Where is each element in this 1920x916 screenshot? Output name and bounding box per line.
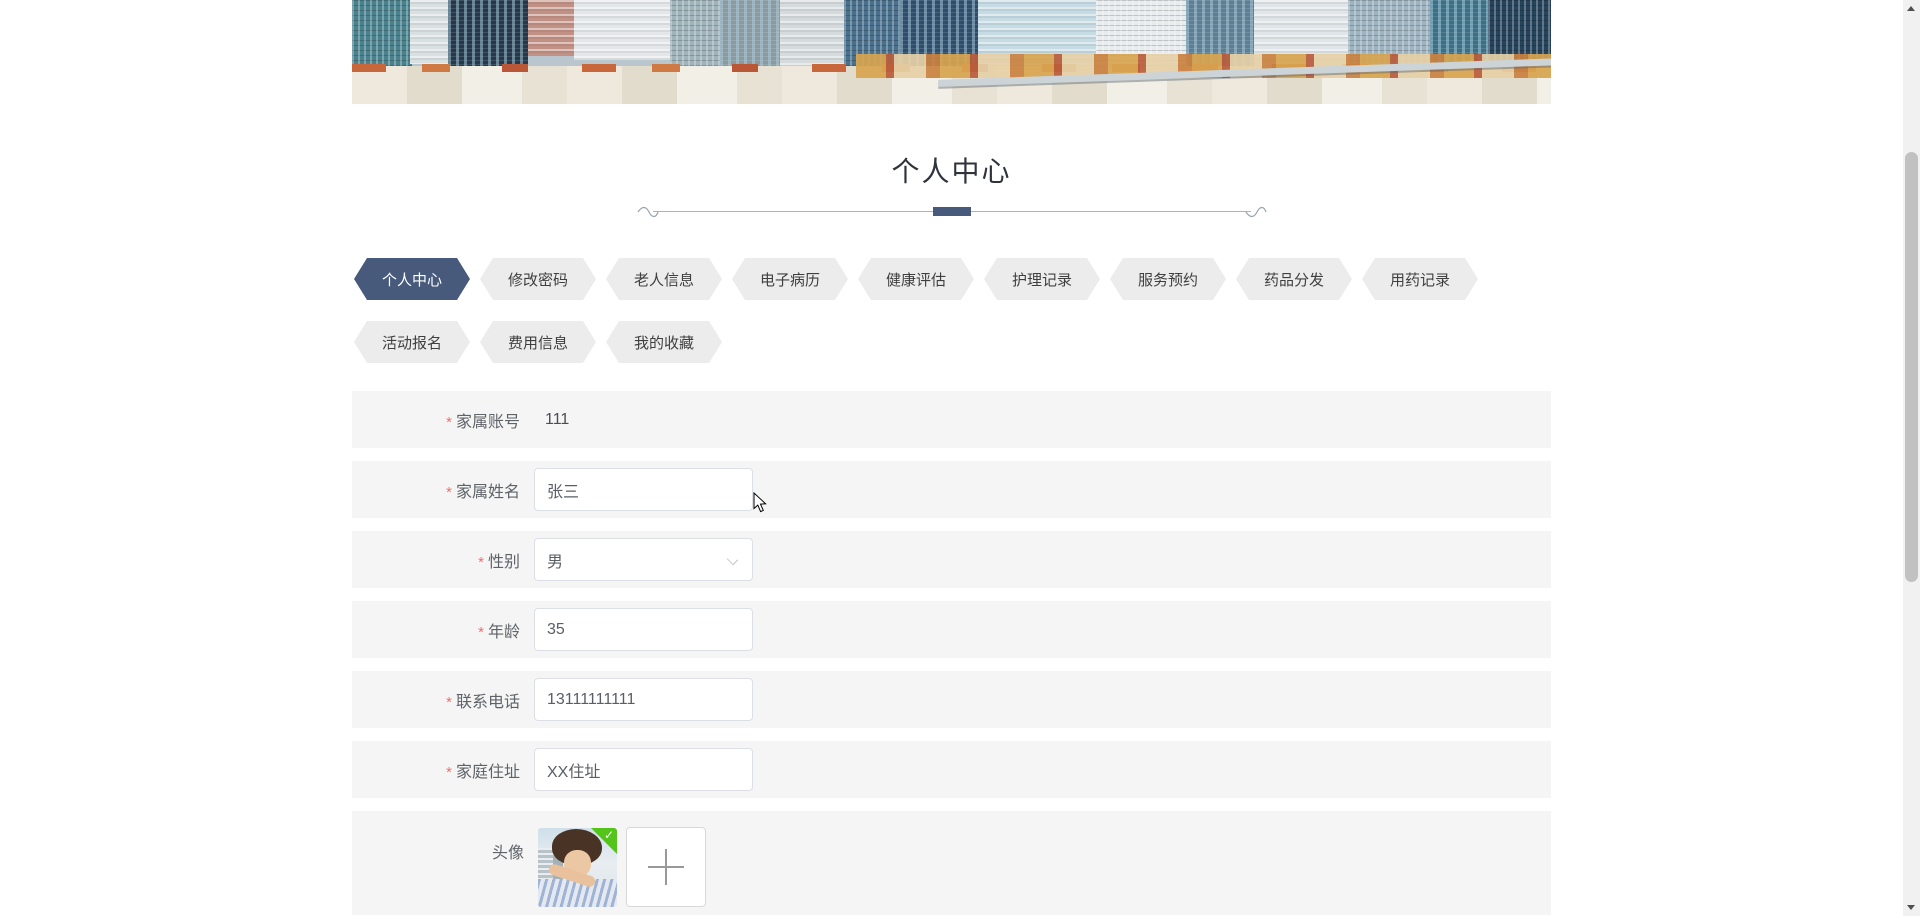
select-value: 男	[547, 553, 564, 571]
avatar-thumbnail[interactable]: ✓	[538, 827, 617, 907]
field-label: 头像	[352, 839, 524, 863]
nav-tab-label: 活动报名	[381, 334, 442, 352]
nav-tab-label: 老人信息	[633, 271, 694, 289]
divider-squiggle-left	[637, 206, 659, 218]
scrollbar[interactable]	[1903, 0, 1920, 916]
form-row-family-account: * 家属账号 111	[352, 391, 1551, 448]
nav-tab[interactable]: 电子病历	[732, 258, 848, 300]
banner-building	[528, 0, 574, 56]
form-row-gender: * 性别 男	[352, 531, 1551, 588]
field-control	[534, 678, 753, 721]
static-value-family-account: 111	[545, 410, 570, 428]
field-control: 男	[534, 538, 753, 581]
select-gender[interactable]: 男	[534, 538, 753, 581]
nav-tabs: 个人中心 修改密码 老人信息 电子病历 健康评估 护理记录 服务预约 药品分发 用药记录 活动报…	[354, 258, 1551, 363]
nav-tab-label: 服务预约	[1137, 271, 1198, 289]
nav-tab-label: 药品分发	[1263, 271, 1324, 289]
field-control	[534, 748, 753, 791]
field-label: * 家属账号	[352, 408, 520, 432]
nav-tab-label: 护理记录	[1011, 271, 1072, 289]
field-label: * 性别	[352, 548, 520, 572]
profile-form: *家属账号111*家属姓名*性别男*年龄*联系电话*家庭住址头像✓	[352, 391, 1551, 915]
nav-tab[interactable]: 护理记录	[984, 258, 1100, 300]
nav-tab[interactable]: 服务预约	[1110, 258, 1226, 300]
nav-tab[interactable]: 我的收藏	[606, 321, 722, 363]
tab-row-2: 活动报名 费用信息 我的收藏	[354, 321, 1551, 363]
nav-tab[interactable]: 修改密码	[480, 258, 596, 300]
scroll-up-icon[interactable]	[1903, 0, 1920, 17]
nav-tab-label: 电子病历	[759, 271, 820, 289]
nav-tab-label: 用药记录	[1389, 271, 1450, 289]
field-control	[534, 468, 753, 511]
form-row-address: * 家庭住址	[352, 741, 1551, 798]
field-label: * 家属姓名	[352, 478, 520, 502]
nav-tab[interactable]: 费用信息	[480, 321, 596, 363]
field-label-text: 家属账号	[455, 413, 520, 431]
nav-tab[interactable]: 健康评估	[858, 258, 974, 300]
banner-building	[574, 0, 670, 60]
input-age[interactable]	[534, 608, 753, 651]
tab-row-1: 个人中心 修改密码 老人信息 电子病历 健康评估 护理记录 服务预约 药品分发 用药记录	[354, 258, 1551, 300]
nav-tab[interactable]: 老人信息	[606, 258, 722, 300]
scrollbar-thumb[interactable]	[1905, 152, 1918, 582]
field-control: ✓	[538, 827, 706, 907]
required-asterisk: *	[446, 483, 452, 501]
field-label-text: 家属姓名	[455, 483, 520, 501]
nav-tab-label: 个人中心	[381, 271, 442, 289]
nav-tab[interactable]: 活动报名	[354, 321, 470, 363]
divider-accent-block	[932, 207, 971, 216]
nav-tab[interactable]: 个人中心	[354, 258, 470, 300]
field-label-text: 头像	[491, 845, 524, 862]
field-label: * 联系电话	[352, 688, 520, 712]
banner-image	[352, 0, 1551, 104]
nav-tab[interactable]: 用药记录	[1362, 258, 1478, 300]
input-address[interactable]	[534, 748, 753, 791]
nav-tab-label: 修改密码	[507, 271, 568, 289]
form-row-family-name: * 家属姓名	[352, 461, 1551, 518]
form-row-age: * 年龄	[352, 601, 1551, 658]
input-phone[interactable]	[534, 678, 753, 721]
nav-tab[interactable]: 药品分发	[1236, 258, 1352, 300]
field-control: 111	[534, 411, 569, 429]
input-family-name[interactable]	[534, 468, 753, 511]
page: 个人中心 个人中心 修改密码 老人信息 电子病历 健康评估 护理记录 服务预约 药品分发 用药记…	[0, 0, 1903, 915]
title-divider	[637, 206, 1267, 218]
required-asterisk: *	[478, 553, 484, 571]
field-label-text: 家庭住址	[455, 763, 520, 781]
field-label: * 年龄	[352, 618, 520, 642]
upload-button[interactable]	[626, 827, 706, 907]
content-area: 个人中心 个人中心 修改密码 老人信息 电子病历 健康评估 护理记录 服务预约 药品分发 用药记…	[352, 0, 1551, 915]
nav-tab-label: 我的收藏	[633, 334, 694, 352]
nav-tab-label: 健康评估	[885, 271, 946, 289]
form-row-phone: * 联系电话	[352, 671, 1551, 728]
field-label: * 家庭住址	[352, 758, 520, 782]
required-asterisk: *	[446, 693, 452, 711]
required-asterisk: *	[446, 413, 452, 431]
scroll-down-icon[interactable]	[1903, 899, 1920, 916]
check-icon: ✓	[603, 827, 614, 842]
form-row-avatar: 头像 ✓	[352, 811, 1551, 915]
required-asterisk: *	[446, 763, 452, 781]
banner-building	[410, 0, 450, 64]
field-control	[534, 608, 753, 651]
divider-squiggle-right	[1245, 206, 1267, 218]
field-label-text: 联系电话	[455, 693, 520, 711]
field-label-text: 年龄	[487, 623, 520, 641]
field-label-text: 性别	[487, 553, 520, 571]
page-title: 个人中心	[891, 156, 1012, 187]
required-asterisk: *	[478, 623, 484, 641]
nav-tab-label: 费用信息	[507, 334, 568, 352]
chevron-down-icon	[726, 553, 739, 566]
plus-icon	[648, 849, 684, 885]
